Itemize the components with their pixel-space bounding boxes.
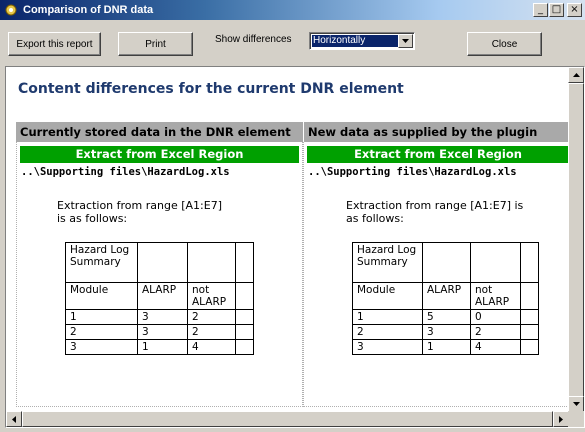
window-title: Comparison of DNR data <box>23 4 154 16</box>
hazard-log-table: Hazard Log Summary Module ALARP not ALAR… <box>352 242 539 355</box>
new-data-panel: Extract from Excel Region ..\Supporting … <box>303 142 569 407</box>
table-cell: 2 <box>470 324 521 340</box>
table-cell: 1 <box>422 339 471 355</box>
table-row: 3 1 4 <box>65 339 254 355</box>
scroll-down-button[interactable] <box>568 396 584 412</box>
table-cell <box>520 242 539 283</box>
extraction-description: Extraction from range [A1:E7] is as foll… <box>57 199 222 225</box>
table-cell <box>520 309 539 325</box>
table-cell: Module <box>352 282 423 310</box>
table-cell: not ALARP <box>470 282 521 310</box>
show-differences-value: Horizontally <box>312 35 400 47</box>
table-cell: 3 <box>137 309 188 325</box>
comparison-window: Comparison of DNR data _ □ × Export this… <box>0 0 585 432</box>
close-window-button[interactable]: × <box>567 3 582 17</box>
table-cell: 2 <box>65 324 138 340</box>
file-path: ..\Supporting files\HazardLog.xls <box>308 166 517 178</box>
table-cell <box>235 242 254 283</box>
table-row: Module ALARP not ALARP <box>65 282 254 310</box>
close-button[interactable]: Close <box>467 32 542 56</box>
table-cell: not ALARP <box>187 282 236 310</box>
table-row: 1 5 0 <box>352 309 539 325</box>
table-cell: 2 <box>187 309 236 325</box>
export-report-button[interactable]: Export this report <box>8 32 101 56</box>
current-column-header: Currently stored data in the DNR element <box>16 122 303 142</box>
table-cell <box>137 242 188 283</box>
chevron-down-icon <box>572 402 580 406</box>
chevron-left-icon <box>12 415 16 423</box>
new-column-header: New data as supplied by the plugin <box>303 122 569 142</box>
chevron-down-icon[interactable] <box>398 34 413 48</box>
report-content: Content differences for the current DNR … <box>6 67 569 412</box>
horizontal-scroll-thumb[interactable] <box>22 411 553 427</box>
extraction-line: Extraction from range [A1:E7] <box>57 199 222 212</box>
table-cell <box>520 339 539 355</box>
report-viewport: Content differences for the current DNR … <box>5 66 585 428</box>
table-cell: Module <box>65 282 138 310</box>
table-cell: 0 <box>470 309 521 325</box>
table-cell <box>235 324 254 340</box>
hazard-log-table: Hazard Log Summary Module ALARP not ALAR… <box>65 242 254 355</box>
chevron-up-icon <box>572 73 580 77</box>
table-cell: 3 <box>422 324 471 340</box>
title-bar[interactable]: Comparison of DNR data _ □ × <box>0 0 585 20</box>
table-row: 3 1 4 <box>352 339 539 355</box>
table-row: 2 3 2 <box>352 324 539 340</box>
page-title: Content differences for the current DNR … <box>18 81 404 97</box>
table-cell <box>235 309 254 325</box>
print-button[interactable]: Print <box>118 32 193 56</box>
table-row: Module ALARP not ALARP <box>352 282 539 310</box>
table-cell: ALARP <box>137 282 188 310</box>
section-title: Extract from Excel Region <box>20 146 299 163</box>
table-cell: 2 <box>352 324 423 340</box>
table-cell: 4 <box>470 339 521 355</box>
minimize-button[interactable]: _ <box>533 3 548 17</box>
table-cell <box>235 339 254 355</box>
table-row: 1 3 2 <box>65 309 254 325</box>
scrollbar-corner <box>568 411 584 427</box>
extraction-line: as follows: <box>346 212 404 225</box>
table-cell: 4 <box>187 339 236 355</box>
scroll-left-button[interactable] <box>6 411 22 427</box>
table-cell <box>235 282 254 310</box>
gear-icon <box>4 3 18 17</box>
table-cell: Hazard Log Summary <box>352 242 423 283</box>
vertical-scrollbar[interactable] <box>568 67 584 412</box>
horizontal-scrollbar[interactable] <box>6 411 569 427</box>
extraction-line: is as follows: <box>57 212 128 225</box>
table-cell: 3 <box>352 339 423 355</box>
table-cell <box>520 282 539 310</box>
chevron-right-icon <box>559 415 563 423</box>
extraction-line: Extraction from range [A1:E7] is <box>346 199 524 212</box>
table-cell: Hazard Log Summary <box>65 242 138 283</box>
table-cell <box>422 242 471 283</box>
table-cell: 1 <box>352 309 423 325</box>
table-row: Hazard Log Summary <box>65 242 254 283</box>
table-cell: 1 <box>65 309 138 325</box>
table-row: 2 3 2 <box>65 324 254 340</box>
table-cell: 1 <box>137 339 188 355</box>
current-data-panel: Extract from Excel Region ..\Supporting … <box>16 142 303 407</box>
file-path: ..\Supporting files\HazardLog.xls <box>21 166 230 178</box>
extraction-description: Extraction from range [A1:E7] is as foll… <box>346 199 523 225</box>
section-title: Extract from Excel Region <box>307 146 569 163</box>
table-cell <box>187 242 236 283</box>
show-differences-label: Show differences <box>215 34 292 45</box>
scroll-up-button[interactable] <box>568 67 584 83</box>
toolbar: Export this report Print Show difference… <box>0 20 585 66</box>
table-cell: ALARP <box>422 282 471 310</box>
show-differences-select[interactable]: Horizontally <box>309 32 415 50</box>
table-cell: 5 <box>422 309 471 325</box>
table-cell <box>470 242 521 283</box>
table-cell: 2 <box>187 324 236 340</box>
maximize-button[interactable]: □ <box>549 3 564 17</box>
table-cell: 3 <box>65 339 138 355</box>
scroll-right-button[interactable] <box>553 411 569 427</box>
table-row: Hazard Log Summary <box>352 242 539 283</box>
table-cell: 3 <box>137 324 188 340</box>
table-cell <box>520 324 539 340</box>
vertical-scroll-thumb[interactable] <box>568 83 584 397</box>
